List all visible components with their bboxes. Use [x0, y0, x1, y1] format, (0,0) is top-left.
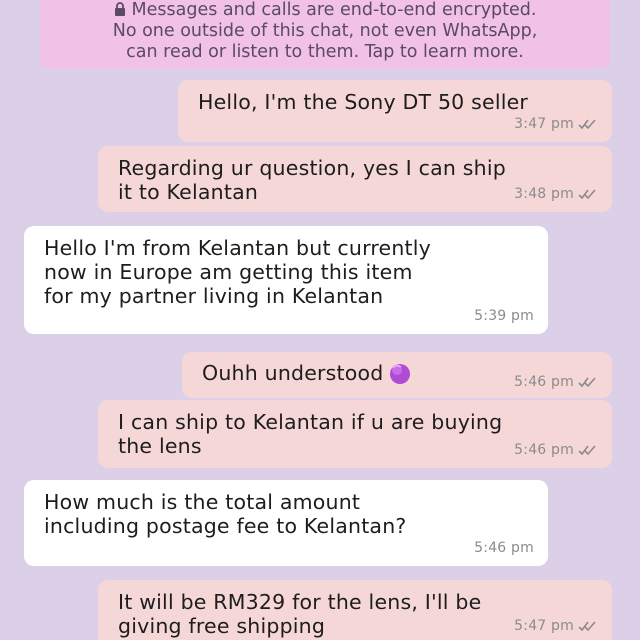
read-ticks-icon — [578, 621, 596, 632]
message-meta: 5:46 pm — [474, 536, 534, 560]
message-text: Hello I'm from Kelantan but currently no… — [44, 236, 432, 308]
message-bubble-outgoing[interactable]: I can ship to Kelantan if u are buying t… — [98, 400, 612, 468]
encryption-notice[interactable]: Messages and calls are end-to-end encryp… — [40, 0, 610, 68]
read-ticks-icon — [578, 445, 596, 456]
encryption-line-3: can read or listen to them. Tap to learn… — [126, 42, 524, 62]
read-ticks-icon — [578, 189, 596, 200]
message-meta: 5:47 pm — [514, 614, 598, 638]
chat-view: Messages and calls are end-to-end encryp… — [0, 0, 640, 640]
purple-heart-hand-emoji — [390, 364, 411, 384]
message-time: 3:47 pm — [514, 116, 574, 132]
encryption-line-1: Messages and calls are end-to-end encryp… — [40, 0, 610, 21]
message-bubble-incoming[interactable]: Hello I'm from Kelantan but currently no… — [24, 226, 548, 334]
message-time: 5:39 pm — [474, 308, 534, 324]
message-meta: 3:48 pm — [514, 182, 598, 206]
message-meta: 3:47 pm — [514, 112, 598, 136]
read-ticks-icon — [578, 377, 596, 388]
encryption-line-2: No one outside of this chat, not even Wh… — [112, 21, 538, 41]
message-bubble-outgoing[interactable]: It will be RM329 for the lens, I'll be g… — [98, 580, 612, 640]
message-text: Hello, I'm the Sony DT 50 seller — [198, 90, 529, 114]
read-ticks-icon — [578, 119, 596, 130]
message-meta: 5:46 pm — [514, 438, 598, 462]
message-time: 5:46 pm — [474, 540, 534, 556]
lock-icon — [114, 0, 126, 21]
message-meta: 5:46 pm — [514, 370, 598, 394]
message-meta: 5:39 pm — [474, 304, 534, 328]
message-bubble-outgoing[interactable]: Regarding ur question, yes I can ship it… — [98, 146, 612, 212]
message-bubble-outgoing[interactable]: Hello, I'm the Sony DT 50 seller 3:47 pm — [178, 80, 612, 142]
message-text: How much is the total amount including p… — [44, 490, 407, 538]
message-time: 5:46 pm — [514, 374, 574, 390]
message-time: 5:47 pm — [514, 618, 574, 634]
message-bubble-incoming[interactable]: How much is the total amount including p… — [24, 480, 548, 566]
message-time: 5:46 pm — [514, 442, 574, 458]
message-bubble-outgoing[interactable]: Ouhh understood 5:46 pm — [182, 352, 612, 398]
message-time: 3:48 pm — [514, 186, 574, 202]
